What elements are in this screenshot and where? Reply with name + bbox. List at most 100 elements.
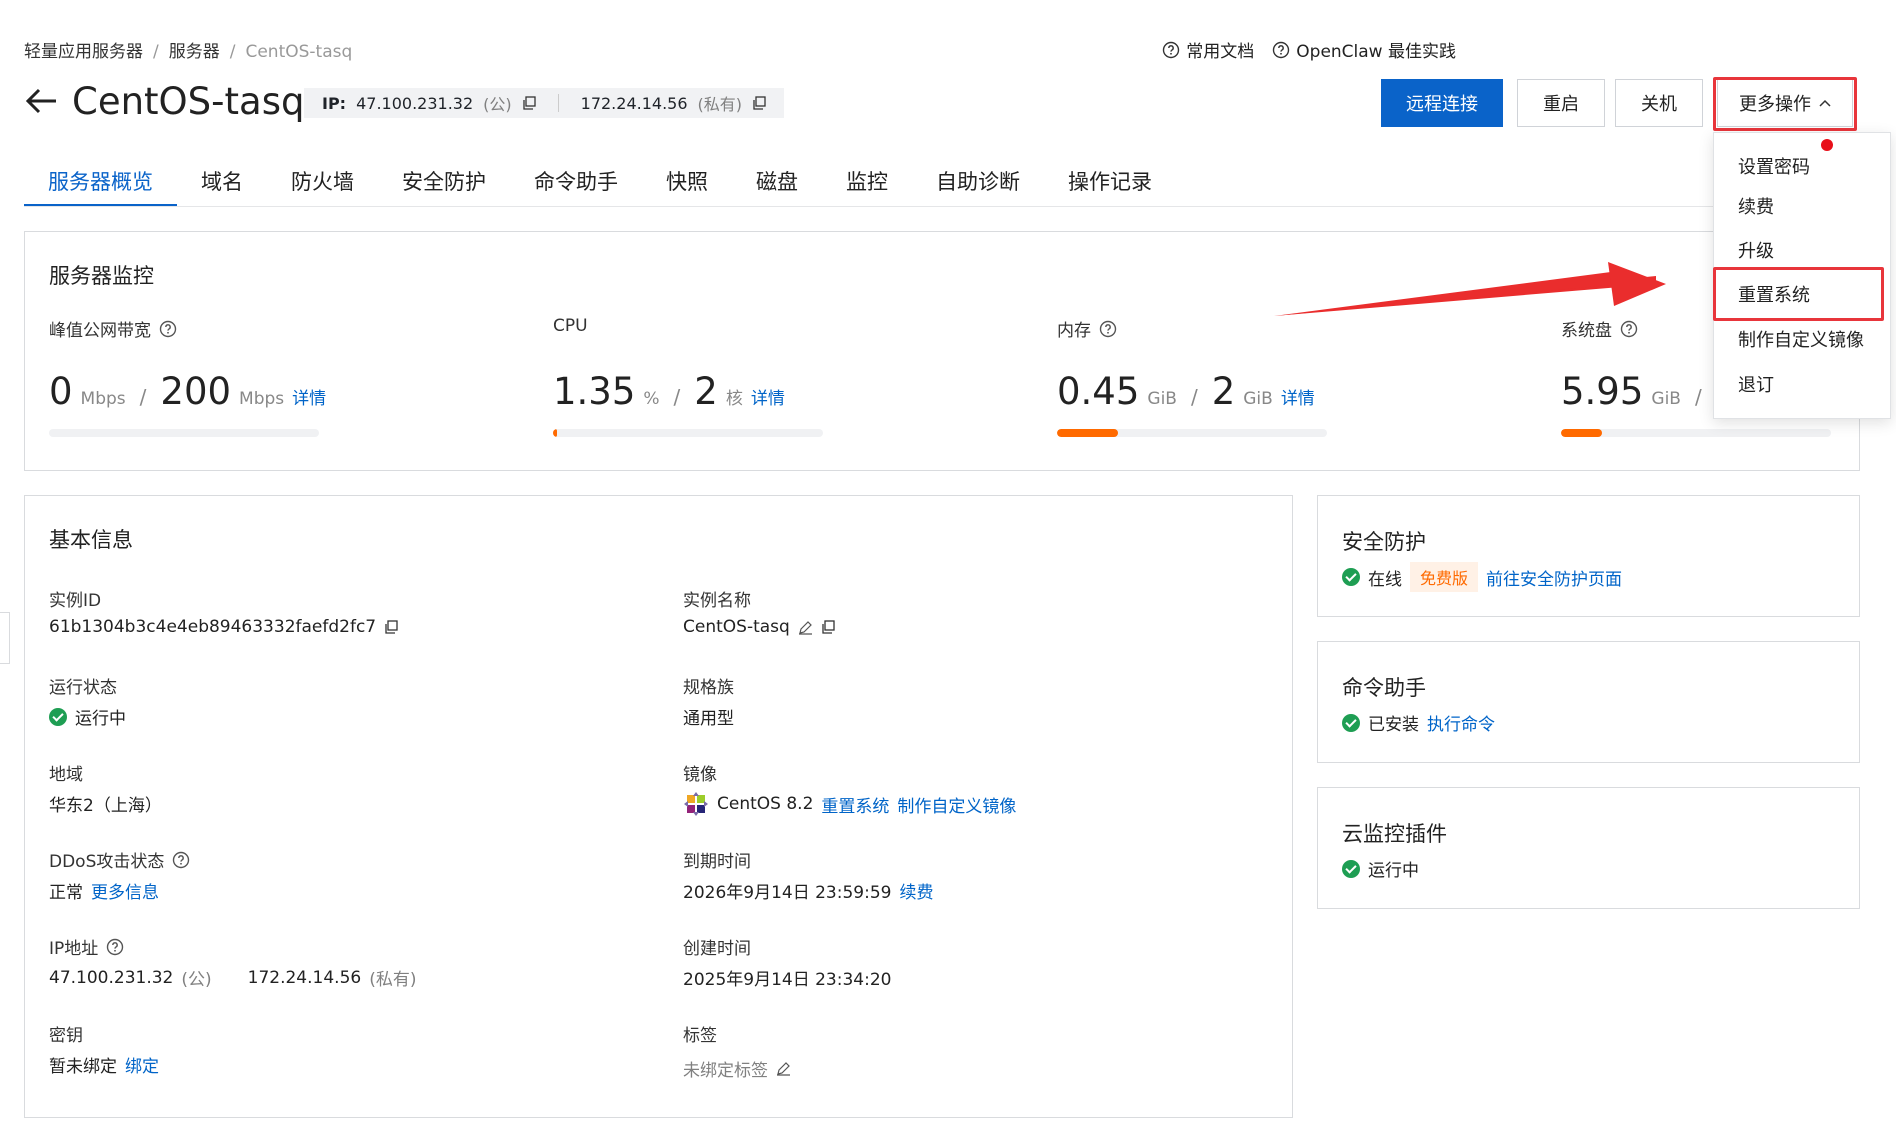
check-circle-icon bbox=[1342, 859, 1360, 878]
question-circle-icon bbox=[1163, 41, 1180, 58]
command-status: 已安装 bbox=[1368, 715, 1419, 735]
menu-item-renew[interactable]: 续费 bbox=[1738, 193, 1774, 219]
tab-command-assistant[interactable]: 命令助手 bbox=[510, 167, 642, 207]
public-ip: 47.100.231.32 bbox=[356, 93, 474, 113]
value-slash: / bbox=[673, 385, 681, 409]
cpu-bar bbox=[553, 429, 823, 437]
renew-link[interactable]: 续费 bbox=[899, 878, 933, 903]
security-status-row: 在线 免费版 前往安全防护页面 bbox=[1342, 562, 1622, 592]
menu-item-custom-image[interactable]: 制作自定义镜像 bbox=[1738, 326, 1864, 352]
best-practice-link[interactable]: OpenClaw 最佳实践 bbox=[1272, 37, 1456, 62]
best-practice-link-label: OpenClaw 最佳实践 bbox=[1296, 42, 1456, 62]
shutdown-button[interactable]: 关机 bbox=[1615, 79, 1703, 127]
basic-info-card: 基本信息 实例ID 61b1304b3c4e4eb89463332faefd2f… bbox=[24, 495, 1293, 1118]
tags-label: 标签 bbox=[683, 1026, 717, 1046]
bind-key-link[interactable]: 绑定 bbox=[125, 1052, 159, 1077]
copy-icon[interactable] bbox=[384, 620, 398, 634]
menu-item-unsubscribe[interactable]: 退订 bbox=[1738, 371, 1774, 397]
question-circle-icon[interactable] bbox=[159, 320, 177, 338]
created-value: 2025年9月14日 23:34:20 bbox=[683, 970, 892, 990]
edit-icon[interactable] bbox=[798, 620, 813, 635]
side-panel-handle[interactable] bbox=[0, 612, 10, 664]
key-row: 暂未绑定 绑定 bbox=[49, 1052, 159, 1077]
instance-name-value: CentOS-tasq bbox=[683, 617, 790, 637]
region-value: 华东2（上海） bbox=[49, 796, 162, 816]
memory-bar-fill bbox=[1057, 429, 1118, 437]
status-label: 运行状态 bbox=[49, 678, 117, 698]
docs-link-label: 常用文档 bbox=[1186, 42, 1255, 62]
run-command-link[interactable]: 执行命令 bbox=[1427, 710, 1495, 735]
ip-label: IP: bbox=[322, 93, 347, 113]
question-circle-icon[interactable] bbox=[106, 938, 124, 956]
breadcrumb-item-lightweight[interactable]: 轻量应用服务器 bbox=[24, 42, 143, 62]
tab-operation-log[interactable]: 操作记录 bbox=[1044, 167, 1176, 207]
spec-family-value: 通用型 bbox=[683, 709, 734, 729]
value-slash: / bbox=[1190, 385, 1198, 409]
remote-connect-button[interactable]: 远程连接 bbox=[1381, 79, 1503, 127]
menu-item-upgrade[interactable]: 升级 bbox=[1738, 237, 1774, 263]
tabs-divider bbox=[24, 206, 1860, 207]
cpu-unit: % bbox=[643, 389, 660, 409]
back-arrow-icon[interactable] bbox=[24, 86, 58, 116]
tab-disk[interactable]: 磁盘 bbox=[732, 167, 822, 207]
image-row: CentOS 8.2 重置系统 制作自定义镜像 bbox=[683, 791, 1016, 817]
highlight-more-actions bbox=[1713, 77, 1857, 131]
ddos-more-link[interactable]: 更多信息 bbox=[91, 878, 159, 903]
tab-monitor[interactable]: 监控 bbox=[822, 167, 912, 207]
cpu-bar-fill bbox=[553, 429, 557, 437]
memory-value: 0.45 bbox=[1057, 370, 1140, 413]
ddos-row: 正常 更多信息 bbox=[49, 878, 159, 903]
image-custom-link[interactable]: 制作自定义镜像 bbox=[897, 792, 1016, 817]
breadcrumb-current: CentOS-tasq bbox=[245, 42, 353, 62]
docs-link[interactable]: 常用文档 bbox=[1162, 37, 1254, 62]
tab-domain[interactable]: 域名 bbox=[177, 167, 267, 207]
basic-info-title: 基本信息 bbox=[49, 528, 133, 552]
ip-label-row: IP地址 bbox=[49, 934, 124, 959]
copy-icon[interactable] bbox=[522, 96, 536, 110]
disk-bar-fill bbox=[1561, 429, 1602, 437]
bandwidth-value-row: 0 Mbps / 200 Mbps 详情 bbox=[49, 370, 326, 413]
disk-bar bbox=[1561, 429, 1831, 437]
ip-summary: IP: 47.100.231.32 (公) 172.24.14.56 (私有) bbox=[304, 88, 785, 118]
menu-item-set-password[interactable]: 设置密码 bbox=[1738, 153, 1810, 179]
edit-icon[interactable] bbox=[776, 1061, 791, 1076]
command-card-title: 命令助手 bbox=[1342, 676, 1426, 700]
copy-icon[interactable] bbox=[752, 96, 766, 110]
bandwidth-max-unit: Mbps bbox=[239, 389, 285, 409]
tab-firewall[interactable]: 防火墙 bbox=[267, 167, 378, 207]
bandwidth-value: 0 bbox=[49, 370, 73, 413]
instance-name-label: 实例名称 bbox=[683, 591, 751, 611]
cpu-max: 2 bbox=[694, 370, 718, 413]
cpu-detail-link[interactable]: 详情 bbox=[751, 384, 785, 409]
tab-overview[interactable]: 服务器概览 bbox=[24, 167, 177, 207]
tab-snapshot[interactable]: 快照 bbox=[642, 167, 732, 207]
private-tag: (私有) bbox=[697, 95, 743, 114]
value-slash: / bbox=[139, 385, 147, 409]
cloud-monitor-plugin-card: 云监控插件 运行中 bbox=[1317, 787, 1860, 909]
question-circle-icon[interactable] bbox=[172, 851, 190, 869]
memory-label-row: 内存 bbox=[1057, 316, 1117, 341]
bandwidth-max: 200 bbox=[160, 370, 232, 413]
tab-security[interactable]: 安全防护 bbox=[378, 167, 510, 207]
ddos-value: 正常 bbox=[49, 883, 83, 903]
image-reset-link[interactable]: 重置系统 bbox=[821, 792, 889, 817]
restart-button[interactable]: 重启 bbox=[1517, 79, 1605, 127]
monitor-title: 服务器监控 bbox=[49, 264, 154, 288]
cloudmon-status-row: 运行中 bbox=[1342, 856, 1419, 881]
tags-row: 未绑定标签 bbox=[683, 1056, 791, 1081]
copy-icon[interactable] bbox=[821, 620, 835, 634]
memory-detail-link[interactable]: 详情 bbox=[1281, 384, 1315, 409]
security-page-link[interactable]: 前往安全防护页面 bbox=[1486, 565, 1622, 590]
breadcrumb-item-servers[interactable]: 服务器 bbox=[169, 42, 220, 62]
security-card-title: 安全防护 bbox=[1342, 530, 1426, 554]
expire-value: 2026年9月14日 23:59:59 bbox=[683, 883, 892, 903]
value-slash: / bbox=[1694, 385, 1702, 409]
page-title: CentOS-tasq bbox=[72, 80, 305, 123]
tab-self-diagnosis[interactable]: 自助诊断 bbox=[912, 167, 1044, 207]
top-links: 常用文档 OpenClaw 最佳实践 bbox=[1162, 37, 1456, 62]
free-badge: 免费版 bbox=[1410, 562, 1479, 592]
question-circle-icon[interactable] bbox=[1620, 320, 1638, 338]
question-circle-icon[interactable] bbox=[1099, 320, 1117, 338]
cpu-value: 1.35 bbox=[553, 370, 636, 413]
bandwidth-detail-link[interactable]: 详情 bbox=[292, 384, 326, 409]
